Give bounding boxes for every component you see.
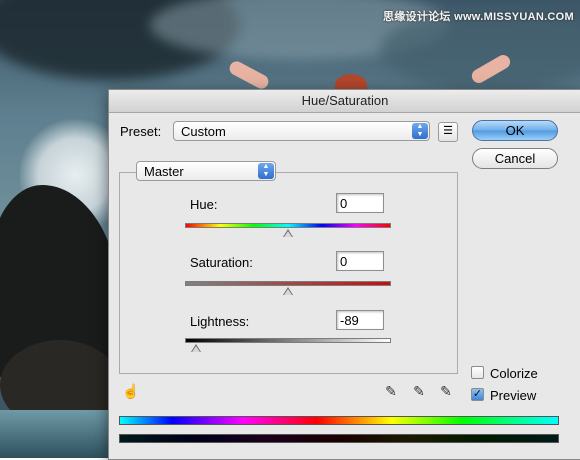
preview-label: Preview xyxy=(490,388,537,403)
output-color-bar xyxy=(119,434,559,443)
eyedropper-minus-icon[interactable]: ✎ xyxy=(437,382,455,400)
preset-label: Preset: xyxy=(120,124,162,139)
ok-button[interactable]: OK xyxy=(472,120,558,141)
hue-slider-thumb[interactable] xyxy=(283,229,293,237)
lightness-slider-track[interactable] xyxy=(185,338,391,343)
saturation-slider-thumb[interactable] xyxy=(283,287,293,295)
preview-checkbox[interactable]: ✓ xyxy=(471,388,484,401)
select-arrows-icon: ▲ ▼ xyxy=(412,123,428,139)
sea xyxy=(0,410,110,458)
colorize-checkbox[interactable] xyxy=(471,366,484,379)
hue-field[interactable]: 0 xyxy=(336,193,384,213)
hue-saturation-dialog: Hue/Saturation Preset: Custom ▲ ▼ ☰ OK Ca… xyxy=(108,89,580,460)
saturation-slider-track[interactable] xyxy=(185,281,391,286)
channel-value: Master xyxy=(144,164,184,179)
eyedropper-plus-icon[interactable]: ✎ xyxy=(410,382,428,400)
channel-select[interactable]: Master ▲ ▼ xyxy=(136,161,276,181)
lightness-slider-thumb[interactable] xyxy=(191,344,201,352)
list-menu-icon[interactable]: ☰ xyxy=(438,122,458,142)
hue-label: Hue: xyxy=(190,197,218,212)
lightness-field[interactable]: -89 xyxy=(336,310,384,330)
dialog-title: Hue/Saturation xyxy=(109,90,580,113)
hand-adjust-icon[interactable]: ☝ xyxy=(122,382,140,400)
saturation-field[interactable]: 0 xyxy=(336,251,384,271)
cancel-button[interactable]: Cancel xyxy=(472,148,558,169)
select-arrows-icon: ▲ ▼ xyxy=(258,163,274,179)
preset-value: Custom xyxy=(181,124,226,139)
channel-group xyxy=(119,172,458,374)
lightness-label: Lightness: xyxy=(190,314,250,329)
saturation-label: Saturation: xyxy=(190,255,253,270)
colorize-label: Colorize xyxy=(490,366,538,381)
eyedropper-icon[interactable]: ✎ xyxy=(382,382,400,400)
figure-arm-left xyxy=(227,58,271,92)
preset-select[interactable]: Custom ▲ ▼ xyxy=(173,121,430,141)
hue-slider-track[interactable] xyxy=(185,223,391,228)
watermark: 思缘设计论坛 www.MISSYUAN.COM xyxy=(382,11,574,23)
input-color-bar xyxy=(119,416,559,425)
